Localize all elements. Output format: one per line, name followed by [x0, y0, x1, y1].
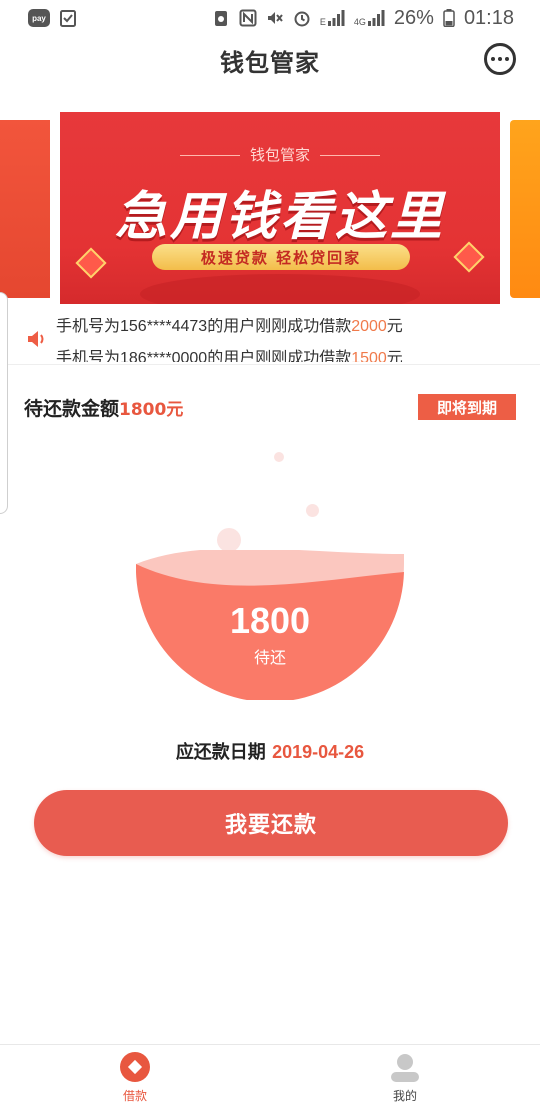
- due-date-value: 2019-04-26: [272, 742, 365, 762]
- decor-bubble: [306, 504, 319, 517]
- prev-banner-slide[interactable]: [0, 120, 50, 298]
- nfc-icon: [239, 9, 257, 27]
- mute-icon: [267, 12, 283, 24]
- profile-icon: [391, 1054, 419, 1082]
- status-right: E 4G 26% 01:18: [212, 7, 514, 30]
- more-dot: [498, 57, 502, 61]
- status-bar: pay E 4G 26% 01:18: [0, 0, 540, 36]
- speaker-icon: [28, 331, 44, 347]
- nav-item-profile[interactable]: 我的: [270, 1045, 540, 1110]
- edge-panel-handle[interactable]: [0, 292, 8, 514]
- banner-carousel[interactable]: 钱包管家 急用钱看这里 极速贷款 轻松贷回家: [0, 112, 540, 304]
- nav-item-loan[interactable]: 借款: [0, 1045, 270, 1110]
- page-title: 钱包管家: [220, 48, 320, 77]
- red-envelope-icon: [75, 247, 107, 279]
- promo-banner[interactable]: 钱包管家 急用钱看这里 极速贷款 轻松贷回家: [60, 112, 500, 304]
- loan-notice-ticker: 手机号为156****4473的用户刚刚成功借款2000元 手机号为186***…: [0, 318, 540, 362]
- gauge-caption: 待还: [253, 648, 286, 667]
- status-left: pay: [28, 9, 77, 27]
- signal-4g: 4G: [354, 9, 385, 27]
- clipboard-check-icon: [60, 10, 76, 27]
- signal-e: E: [320, 9, 345, 27]
- gauge-value: 1800: [229, 600, 311, 641]
- next-banner-slide[interactable]: [510, 120, 540, 298]
- bottom-nav: 借款 我的: [0, 1044, 540, 1110]
- due-date: 应还款日期 2019-04-26: [175, 742, 365, 763]
- app-header: 钱包管家: [0, 36, 540, 84]
- signal-icon: [367, 10, 385, 26]
- more-dot: [491, 57, 495, 61]
- banner-tagline: 极速贷款 轻松贷回家: [152, 244, 410, 270]
- repay-button[interactable]: 我要还款: [34, 790, 508, 856]
- loan-icon: [120, 1052, 150, 1082]
- section-divider: [0, 364, 540, 365]
- decor-bubble: [217, 528, 241, 552]
- battery-icon: [443, 9, 455, 27]
- notice-line: 手机号为186****0000的用户刚刚成功借款1500元: [56, 350, 403, 362]
- signal-icon: [327, 10, 345, 26]
- nav-label: 借款: [122, 1089, 147, 1103]
- recycle-icon: [214, 11, 227, 26]
- notice-line: 手机号为156****4473的用户刚刚成功借款2000元: [56, 318, 403, 335]
- pending-amount: 1800元: [119, 400, 184, 420]
- more-options-button[interactable]: [484, 43, 516, 75]
- battery-percent: 26%: [393, 6, 434, 29]
- banner-subtitle: 钱包管家: [60, 144, 500, 165]
- pending-repayment-label: 待还款金额1800元: [24, 398, 184, 420]
- banner-stage: [140, 274, 420, 304]
- pay-icon: pay: [28, 9, 50, 27]
- more-dot: [505, 57, 509, 61]
- clock: 01:18: [463, 6, 514, 29]
- banner-headline: 急用钱看这里: [114, 187, 445, 247]
- due-soon-badge: 即将到期: [418, 394, 516, 420]
- decor-bubble: [274, 452, 284, 462]
- nav-label: 我的: [392, 1089, 417, 1103]
- alarm-icon: [294, 11, 310, 27]
